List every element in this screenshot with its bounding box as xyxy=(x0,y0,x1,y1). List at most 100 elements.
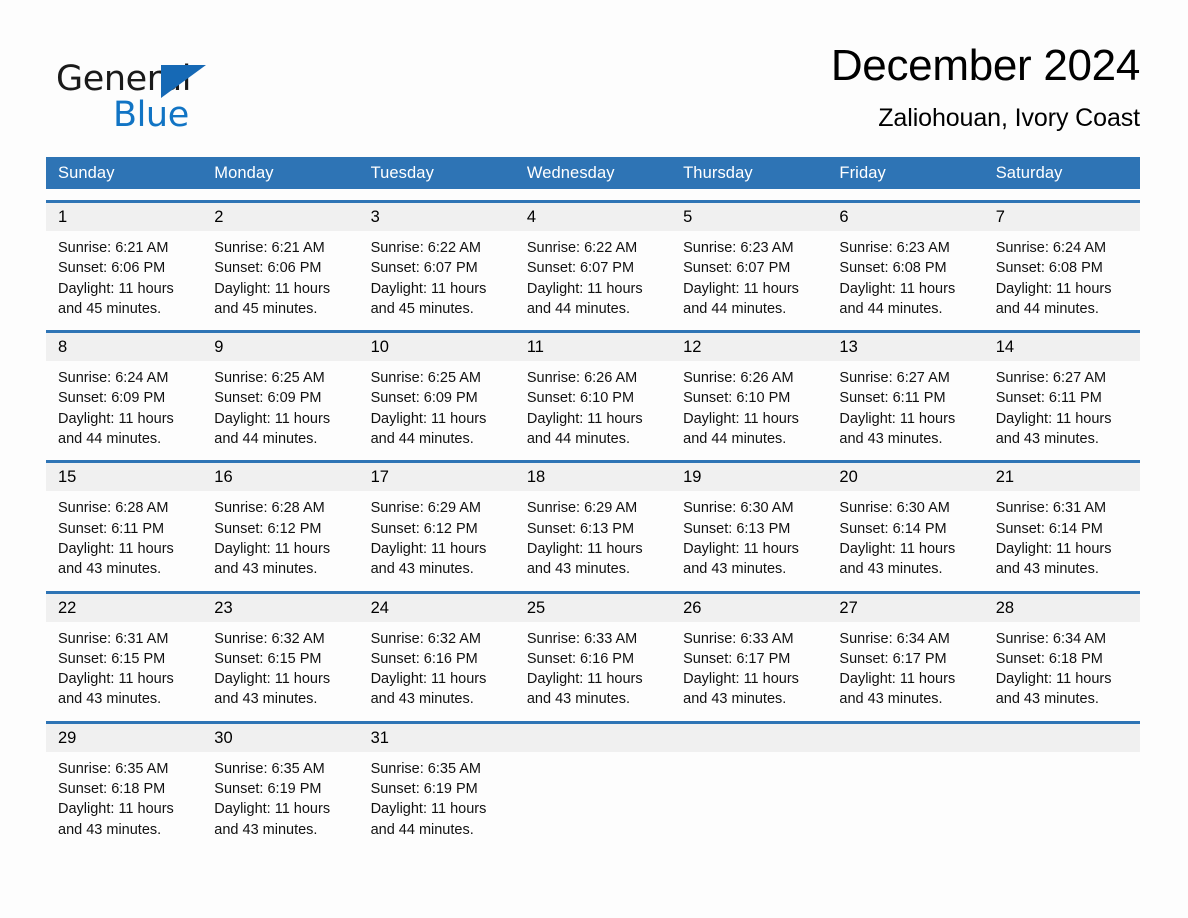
day-number-band: 28 xyxy=(983,593,1140,622)
daylight-text: Daylight: 11 hours and 44 minutes. xyxy=(526,410,643,448)
day-number: 6 xyxy=(839,208,849,226)
day-number: 1 xyxy=(58,208,68,226)
day-info: Sunrise: 6:24 AM Sunset: 6:08 PM Dayligh… xyxy=(984,231,1140,319)
daylight-text: Daylight: 11 hours and 44 minutes. xyxy=(995,280,1112,317)
sunset-text: Sunset: 6:11 PM xyxy=(839,390,946,407)
sunrise-text: Sunrise: 6:22 AM xyxy=(526,240,638,256)
sunrise-text: Sunrise: 6:29 AM xyxy=(526,500,638,517)
day-cell[interactable]: 29 Sunrise: 6:35 AM Sunset: 6:18 PM Dayl… xyxy=(46,723,203,840)
day-cell[interactable]: 20 Sunrise: 6:30 AM Sunset: 6:14 PM Dayl… xyxy=(827,463,984,579)
day-cell[interactable]: 7 Sunrise: 6:24 AM Sunset: 6:08 PM Dayli… xyxy=(983,203,1140,319)
day-number-band: 1 xyxy=(46,203,203,231)
day-cell[interactable]: 8 Sunrise: 6:24 AM Sunset: 6:09 PM Dayli… xyxy=(46,333,203,449)
sunrise-text: Sunrise: 6:25 AM xyxy=(214,370,325,387)
day-cell-empty xyxy=(827,723,984,840)
daylight-text: Daylight: 11 hours and 43 minutes. xyxy=(526,671,643,708)
day-cell[interactable]: 22 Sunrise: 6:31 AM Sunset: 6:15 PM Dayl… xyxy=(46,593,203,710)
sunrise-text: Sunrise: 6:29 AM xyxy=(370,500,481,517)
week-row: 15 Sunrise: 6:28 AM Sunset: 6:11 PM Dayl… xyxy=(46,460,1140,579)
day-cell[interactable]: 16 Sunrise: 6:28 AM Sunset: 6:12 PM Dayl… xyxy=(202,463,359,579)
day-info: Sunrise: 6:27 AM Sunset: 6:11 PM Dayligh… xyxy=(984,361,1140,449)
weekday-header-wednesday: Wednesday xyxy=(526,164,615,182)
day-number-band: 5 xyxy=(671,203,828,231)
day-cell[interactable]: 3 Sunrise: 6:22 AM Sunset: 6:07 PM Dayli… xyxy=(358,203,515,319)
sunrise-text: Sunrise: 6:26 AM xyxy=(526,370,638,387)
day-cell[interactable]: 18 Sunrise: 6:29 AM Sunset: 6:13 PM Dayl… xyxy=(514,463,672,579)
day-number-band xyxy=(983,723,1140,752)
day-cell[interactable]: 21 Sunrise: 6:31 AM Sunset: 6:14 PM Dayl… xyxy=(983,463,1140,579)
day-cell[interactable]: 15 Sunrise: 6:28 AM Sunset: 6:11 PM Dayl… xyxy=(46,463,203,579)
day-cell[interactable]: 13 Sunrise: 6:27 AM Sunset: 6:11 PM Dayl… xyxy=(827,333,984,449)
day-cell[interactable]: 19 Sunrise: 6:30 AM Sunset: 6:13 PM Dayl… xyxy=(671,463,828,579)
day-number: 24 xyxy=(370,598,389,617)
weekday-header-friday: Friday xyxy=(839,164,886,182)
header-titles: December 2024 Zaliohouan, Ivory Coast xyxy=(831,38,1140,133)
day-info: Sunrise: 6:33 AM Sunset: 6:16 PM Dayligh… xyxy=(515,622,671,710)
day-cell[interactable]: 12 Sunrise: 6:26 AM Sunset: 6:10 PM Dayl… xyxy=(671,333,828,449)
day-cell[interactable]: 2 Sunrise: 6:21 AM Sunset: 6:06 PM Dayli… xyxy=(202,203,359,319)
day-info: Sunrise: 6:28 AM Sunset: 6:11 PM Dayligh… xyxy=(46,491,202,579)
sunset-text: Sunset: 6:16 PM xyxy=(526,650,635,667)
sunset-text: Sunset: 6:09 PM xyxy=(58,390,166,407)
sunset-text: Sunset: 6:17 PM xyxy=(839,650,947,667)
daylight-text: Daylight: 11 hours and 43 minutes. xyxy=(214,801,331,838)
day-cell[interactable]: 6 Sunrise: 6:23 AM Sunset: 6:08 PM Dayli… xyxy=(827,203,984,319)
day-number: 27 xyxy=(839,598,858,617)
sunrise-text: Sunrise: 6:25 AM xyxy=(370,370,481,387)
day-number: 4 xyxy=(526,208,537,226)
day-cell[interactable]: 10 Sunrise: 6:25 AM Sunset: 6:09 PM Dayl… xyxy=(358,333,515,449)
sunset-text: Sunset: 6:09 PM xyxy=(214,390,322,407)
sunrise-text: Sunrise: 6:24 AM xyxy=(995,240,1107,256)
sunrise-text: Sunrise: 6:34 AM xyxy=(995,630,1107,647)
sunset-text: Sunset: 6:07 PM xyxy=(683,260,791,277)
day-number: 28 xyxy=(995,598,1015,617)
day-cell[interactable]: 24 Sunrise: 6:32 AM Sunset: 6:16 PM Dayl… xyxy=(358,593,515,710)
day-cell[interactable]: 1 Sunrise: 6:21 AM Sunset: 6:06 PM Dayli… xyxy=(46,203,203,319)
day-cell-empty xyxy=(514,723,672,840)
day-cell[interactable]: 9 Sunrise: 6:25 AM Sunset: 6:09 PM Dayli… xyxy=(202,333,359,449)
sunset-text: Sunset: 6:18 PM xyxy=(58,781,166,798)
day-cell[interactable]: 11 Sunrise: 6:26 AM Sunset: 6:10 PM Dayl… xyxy=(514,333,672,449)
sunset-text: Sunset: 6:13 PM xyxy=(683,520,791,537)
day-number-band: 29 xyxy=(46,723,203,752)
day-cell[interactable]: 31 Sunrise: 6:35 AM Sunset: 6:19 PM Dayl… xyxy=(358,723,515,840)
day-number: 8 xyxy=(58,338,68,357)
sunrise-text: Sunrise: 6:21 AM xyxy=(58,240,169,256)
day-cell[interactable]: 26 Sunrise: 6:33 AM Sunset: 6:17 PM Dayl… xyxy=(671,593,828,710)
day-number: 25 xyxy=(526,598,546,617)
day-cell[interactable]: 17 Sunrise: 6:29 AM Sunset: 6:12 PM Dayl… xyxy=(358,463,515,579)
week-row: 8 Sunrise: 6:24 AM Sunset: 6:09 PM Dayli… xyxy=(46,330,1140,449)
sunrise-text: Sunrise: 6:22 AM xyxy=(370,240,481,256)
day-cell[interactable]: 23 Sunrise: 6:32 AM Sunset: 6:15 PM Dayl… xyxy=(202,593,359,710)
daylight-text: Daylight: 11 hours and 44 minutes. xyxy=(839,280,956,317)
day-number-band: 19 xyxy=(671,463,828,492)
daylight-text: Daylight: 11 hours and 43 minutes. xyxy=(839,410,956,448)
day-number: 19 xyxy=(683,468,702,487)
day-cell[interactable]: 25 Sunrise: 6:33 AM Sunset: 6:16 PM Dayl… xyxy=(514,593,672,710)
day-number: 2 xyxy=(214,208,224,226)
day-number-band: 16 xyxy=(202,463,359,492)
day-cell[interactable]: 4 Sunrise: 6:22 AM Sunset: 6:07 PM Dayli… xyxy=(514,203,672,319)
day-cell-empty xyxy=(983,723,1140,840)
daylight-text: Daylight: 11 hours and 43 minutes. xyxy=(370,671,487,708)
day-cell[interactable]: 30 Sunrise: 6:35 AM Sunset: 6:19 PM Dayl… xyxy=(202,723,359,840)
day-info: Sunrise: 6:22 AM Sunset: 6:07 PM Dayligh… xyxy=(359,231,515,319)
generalblue-logo[interactable]: General Blue xyxy=(56,48,256,138)
sunset-text: Sunset: 6:08 PM xyxy=(995,260,1103,277)
day-info: Sunrise: 6:34 AM Sunset: 6:18 PM Dayligh… xyxy=(984,622,1140,710)
day-cell[interactable]: 5 Sunrise: 6:23 AM Sunset: 6:07 PM Dayli… xyxy=(671,203,828,319)
daylight-text: Daylight: 11 hours and 43 minutes. xyxy=(683,540,799,578)
day-cell[interactable]: 27 Sunrise: 6:34 AM Sunset: 6:17 PM Dayl… xyxy=(827,593,984,710)
daylight-text: Daylight: 11 hours and 44 minutes. xyxy=(526,280,643,317)
sunset-text: Sunset: 6:19 PM xyxy=(370,781,478,798)
day-cell[interactable]: 14 Sunrise: 6:27 AM Sunset: 6:11 PM Dayl… xyxy=(983,333,1140,449)
day-number-band: 10 xyxy=(358,333,515,362)
sunrise-text: Sunrise: 6:30 AM xyxy=(683,500,794,517)
day-number: 17 xyxy=(370,468,389,487)
day-number: 23 xyxy=(214,598,233,617)
sunset-text: Sunset: 6:14 PM xyxy=(995,520,1103,537)
sunrise-text: Sunrise: 6:30 AM xyxy=(839,500,950,517)
sunset-text: Sunset: 6:08 PM xyxy=(839,260,947,277)
sunrise-text: Sunrise: 6:35 AM xyxy=(370,760,481,777)
day-cell[interactable]: 28 Sunrise: 6:34 AM Sunset: 6:18 PM Dayl… xyxy=(983,593,1140,710)
